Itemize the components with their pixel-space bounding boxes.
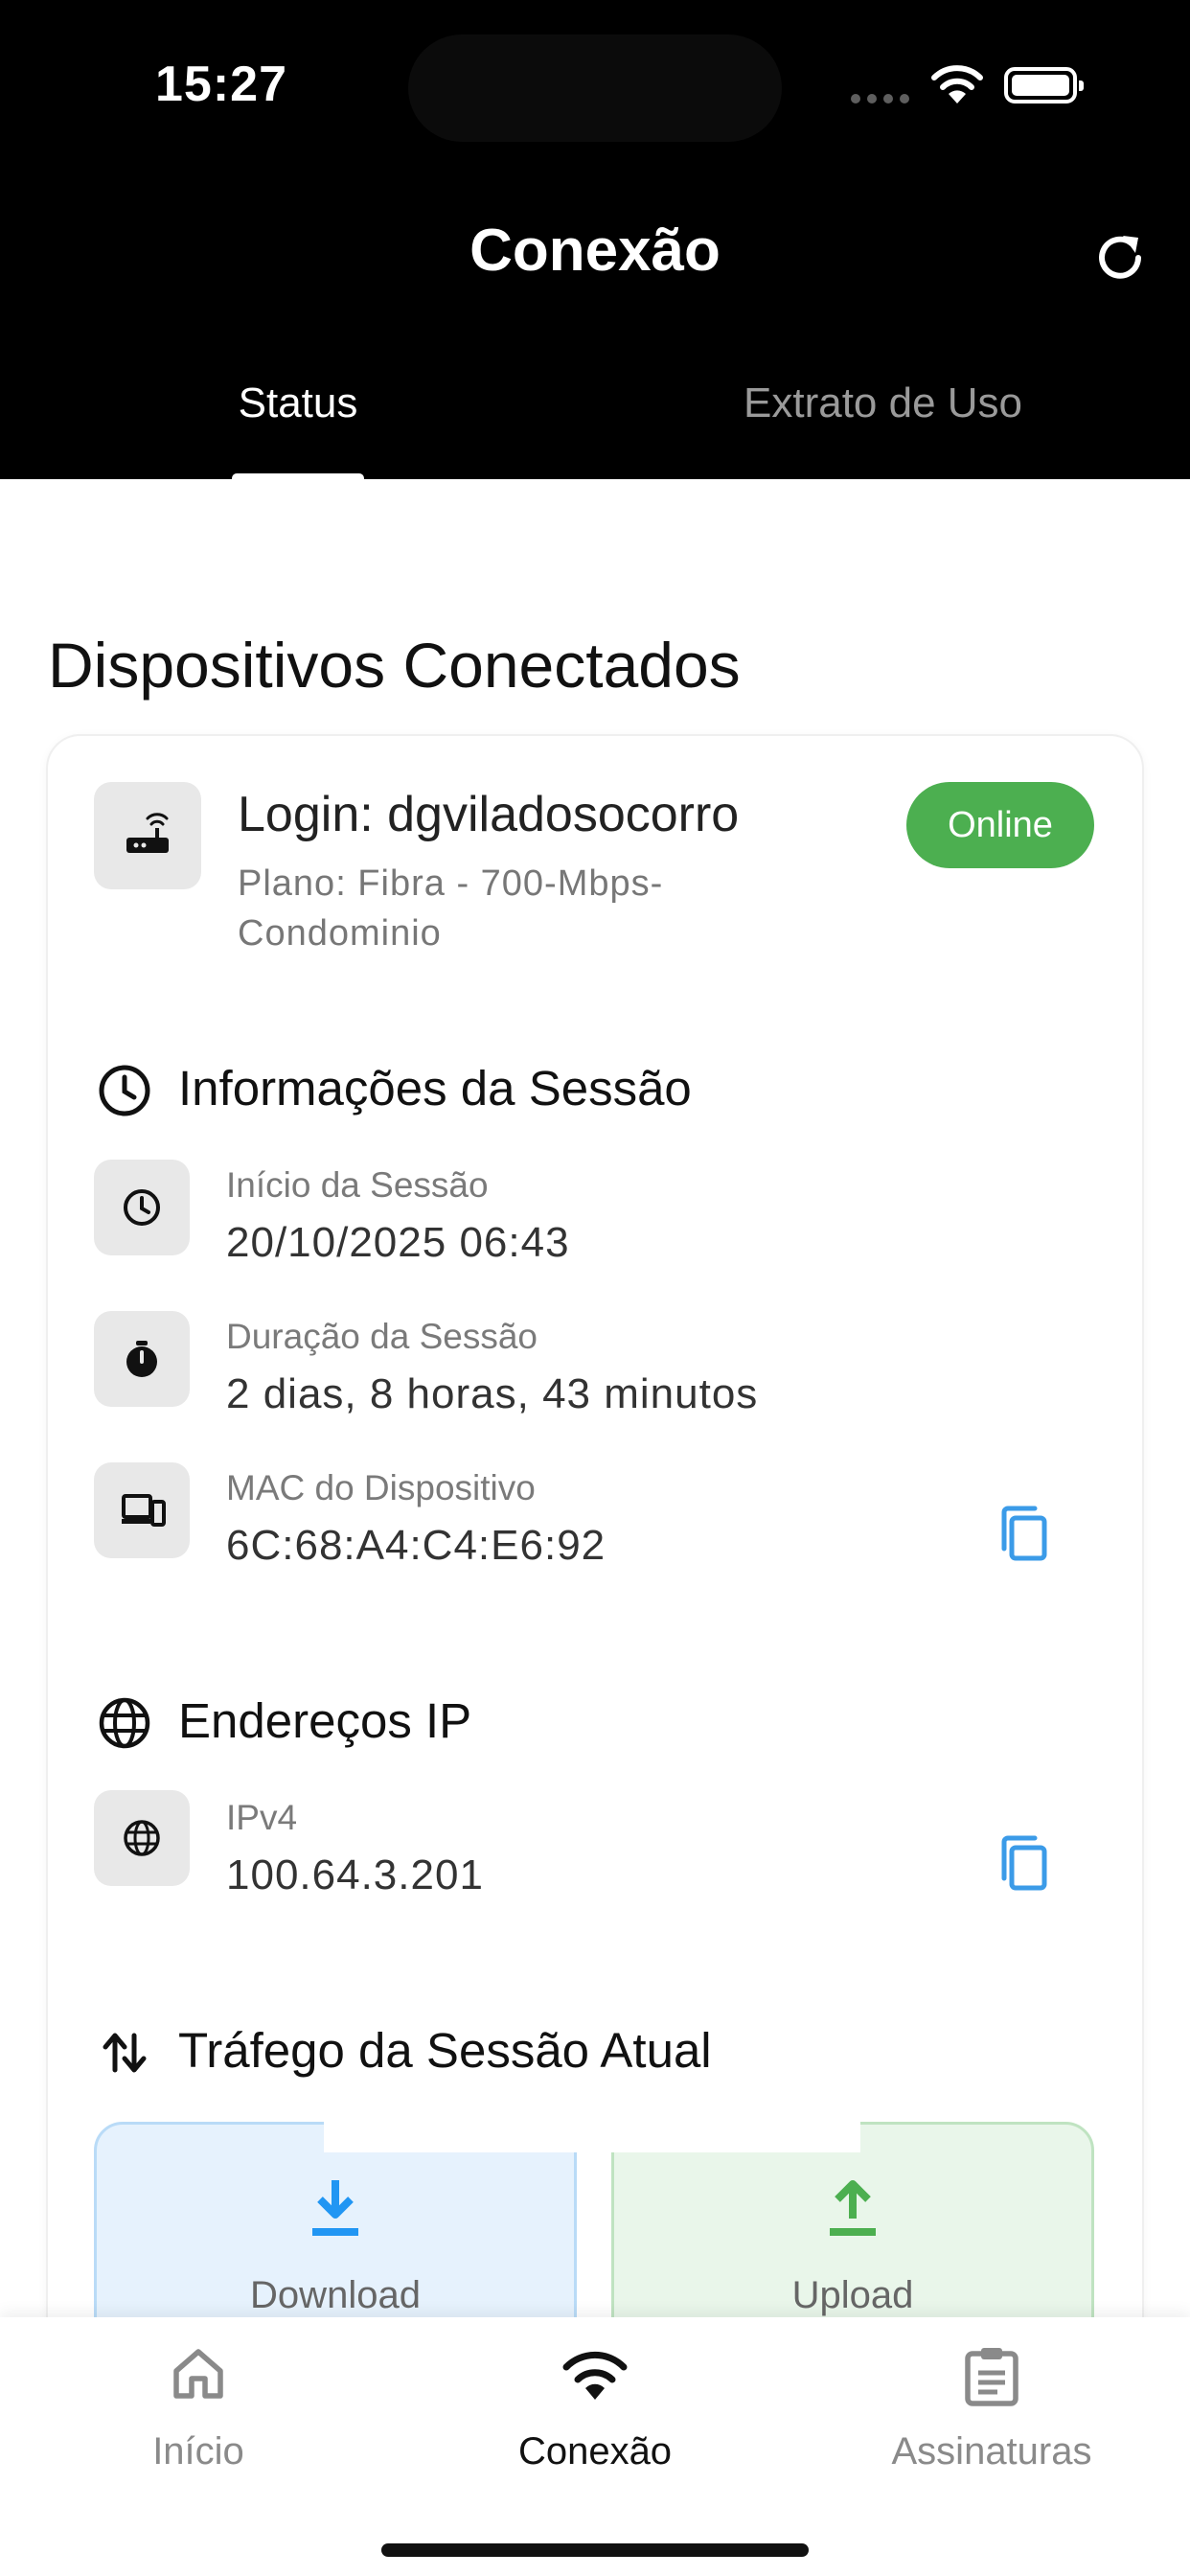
router-icon-box <box>94 782 201 889</box>
device-login: Login: dgviladosocorro <box>238 787 740 842</box>
globe-icon <box>124 1820 160 1856</box>
mac-icon-box <box>94 1462 190 1558</box>
status-bar-time: 15:27 <box>155 57 287 112</box>
copy-mac-icon[interactable] <box>996 1505 1050 1562</box>
refresh-icon[interactable] <box>1090 228 1150 288</box>
home-icon <box>173 2349 223 2399</box>
dynamic-island <box>408 34 782 142</box>
clock-icon <box>124 1189 160 1226</box>
bottom-navigation: Início Conexão Assinaturas <box>0 2317 1190 2576</box>
ip-addresses-title: Endereços IP <box>178 1693 472 1748</box>
devices-icon <box>122 1494 166 1527</box>
app-header: 15:27 Conexão Status Extrato de Uso <box>0 0 1190 483</box>
copy-ipv4-icon[interactable] <box>996 1834 1050 1892</box>
clipboard-icon <box>965 2348 1018 2406</box>
scroll-overlay <box>324 2108 860 2152</box>
download-label: Download <box>250 2274 421 2316</box>
status-badge: Online <box>906 782 1094 868</box>
clock-icon <box>99 1065 150 1116</box>
timer-icon <box>126 1341 157 1377</box>
session-start-value: 20/10/2025 06:43 <box>226 1219 570 1266</box>
device-plan: Plano: Fibra - 700-Mbps-Condominio <box>238 863 664 954</box>
wifi-icon <box>562 2351 628 2400</box>
tab-extrato-de-uso[interactable]: Extrato de Uso <box>744 380 1022 427</box>
page-title: Conexão <box>469 218 721 284</box>
session-start-icon-box <box>94 1160 190 1255</box>
traffic-title: Tráfego da Sessão Atual <box>178 2023 712 2078</box>
session-duration-value: 2 dias, 8 horas, 43 minutos <box>226 1370 759 1417</box>
ipv4-icon-box <box>94 1790 190 1886</box>
session-info-title: Informações da Sessão <box>178 1061 692 1116</box>
session-duration-icon-box <box>94 1311 190 1407</box>
nav-item-conexao[interactable]: Conexão <box>451 2317 739 2509</box>
home-indicator <box>381 2543 809 2557</box>
nav-item-inicio[interactable]: Início <box>55 2317 342 2509</box>
nav-label-inicio: Início <box>152 2430 244 2472</box>
nav-label-conexao: Conexão <box>517 2430 673 2472</box>
upload-label: Upload <box>791 2274 914 2316</box>
battery-icon <box>1004 67 1084 104</box>
ipv4-value: 100.64.3.201 <box>226 1852 484 1898</box>
cellular-signal-icon <box>851 94 909 104</box>
tab-status[interactable]: Status <box>232 380 364 427</box>
globe-icon <box>99 1697 150 1749</box>
nav-label-assinaturas: Assinaturas <box>891 2430 1092 2472</box>
section-title: Dispositivos Conectados <box>48 630 741 701</box>
wifi-status-icon <box>931 65 983 104</box>
mac-label: MAC do Dispositivo <box>226 1468 536 1507</box>
ipv4-label: IPv4 <box>226 1798 298 1837</box>
active-tab-indicator <box>232 473 364 483</box>
nav-item-assinaturas[interactable]: Assinaturas <box>848 2317 1135 2509</box>
swap-vertical-icon <box>103 2033 147 2073</box>
upload-icon <box>830 2180 876 2236</box>
mac-value: 6C:68:A4:C4:E6:92 <box>226 1522 606 1569</box>
download-icon <box>312 2180 358 2236</box>
session-start-label: Início da Sessão <box>226 1165 489 1205</box>
router-icon <box>126 813 169 853</box>
session-duration-label: Duração da Sessão <box>226 1317 538 1356</box>
